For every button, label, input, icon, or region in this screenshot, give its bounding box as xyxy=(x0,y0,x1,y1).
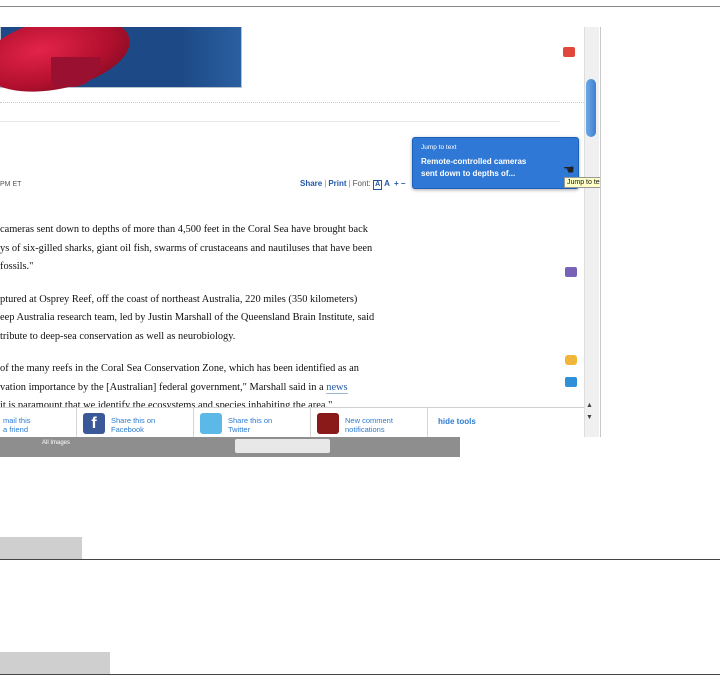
section-rule xyxy=(0,559,720,560)
font-label: Font: xyxy=(352,179,371,188)
article-paragraph: ptured at Osprey Reef, off the coast of … xyxy=(0,291,430,347)
link-marker-icon[interactable] xyxy=(565,377,577,387)
article-line: ptured at Osprey Reef, off the coast of … xyxy=(0,293,358,305)
header-divider xyxy=(0,121,560,122)
facebook-line1: Share this on xyxy=(111,416,156,425)
email-line1: mail this xyxy=(3,416,31,425)
popup-heading: Jump to text xyxy=(421,144,457,151)
font-decrease-button[interactable]: – xyxy=(401,179,405,188)
video-marker-icon[interactable] xyxy=(563,47,575,57)
twitter-icon xyxy=(200,413,222,434)
background-window-strip: All Images xyxy=(0,437,460,457)
share-link[interactable]: Share xyxy=(300,179,322,188)
list-marker-icon[interactable] xyxy=(565,267,577,277)
section-rule xyxy=(0,674,720,675)
article-line: eep Australia research team, led by Just… xyxy=(0,312,375,323)
news-link[interactable]: news xyxy=(326,381,348,394)
popup-headline-line2: sent down to depths of... xyxy=(421,169,516,178)
facebook-icon: f xyxy=(83,413,105,434)
article-line: tribute to deep-sea conservation as well… xyxy=(0,330,236,342)
article-tools: Share | Print | Font: A A + – xyxy=(300,179,405,190)
hand-cursor-icon: ☚ xyxy=(563,162,575,177)
hover-tooltip: Jump to text xyxy=(564,177,600,188)
article-paragraph: cameras sent down to depths of more than… xyxy=(0,221,430,277)
popup-headline-line1: Remote-controlled cameras xyxy=(421,157,527,166)
view-toggle-group xyxy=(235,439,330,453)
article-line: ys of six-gilled sharks, giant oil fish,… xyxy=(0,242,373,254)
scroll-up-arrow-icon[interactable]: ▲ xyxy=(586,402,593,409)
fish-fin-shape xyxy=(51,57,101,87)
jump-to-text-popup[interactable]: Jump to text Remote-controlled cameras s… xyxy=(412,137,579,189)
comment-marker-icon[interactable] xyxy=(565,355,577,365)
twitter-line1: Share this on xyxy=(228,416,273,425)
browser-window: PM ET Share | Print | Font: A A + – cameras … xyxy=(0,27,601,437)
email-friend-button[interactable]: mail this a friend xyxy=(0,408,77,437)
comment-notification-icon xyxy=(317,413,339,434)
top-rule xyxy=(0,0,720,7)
article-timestamp: PM ET xyxy=(0,181,22,188)
font-alt-button[interactable]: A xyxy=(384,179,389,188)
water-shade xyxy=(181,27,241,87)
comment-line1: New comment xyxy=(345,416,393,425)
scrollbar-thumb[interactable] xyxy=(586,79,596,137)
facebook-line2: Facebook xyxy=(111,425,144,434)
separator: | xyxy=(348,179,351,188)
article-line: of the many reefs in the Coral Sea Conse… xyxy=(0,363,359,374)
article-line: vation importance by the [Australian] fe… xyxy=(0,381,327,393)
print-link[interactable]: Print xyxy=(328,179,346,188)
social-tools-bar: mail this a friend f Share this on Faceb… xyxy=(0,407,584,437)
font-increase-button[interactable]: + xyxy=(394,179,399,188)
article-line: fossils." xyxy=(0,261,34,272)
article-body: cameras sent down to depths of more than… xyxy=(0,221,430,430)
scroll-down-arrow-icon[interactable]: ▼ xyxy=(586,414,593,421)
facebook-share-button[interactable]: f Share this on Facebook xyxy=(77,408,194,437)
font-default-button[interactable]: A xyxy=(373,180,383,190)
comment-notifications-button[interactable]: New comment notifications xyxy=(311,408,428,437)
article-hero-image[interactable] xyxy=(0,27,242,104)
twitter-share-button[interactable]: Share this on Twitter xyxy=(194,408,311,437)
separator: | xyxy=(324,179,327,188)
dotted-divider xyxy=(0,102,590,103)
hide-tools-link[interactable]: hide tools xyxy=(438,417,476,426)
popup-headline: Remote-controlled cameras sent down to d… xyxy=(421,156,526,180)
email-line2: a friend xyxy=(3,425,29,434)
article-line: cameras sent down to depths of more than… xyxy=(0,224,368,235)
section-header-bar xyxy=(0,537,82,559)
background-label: All Images xyxy=(42,440,71,446)
section-header-bar xyxy=(0,652,110,674)
twitter-line2: Twitter xyxy=(228,425,251,434)
comment-line2: notifications xyxy=(345,425,385,434)
